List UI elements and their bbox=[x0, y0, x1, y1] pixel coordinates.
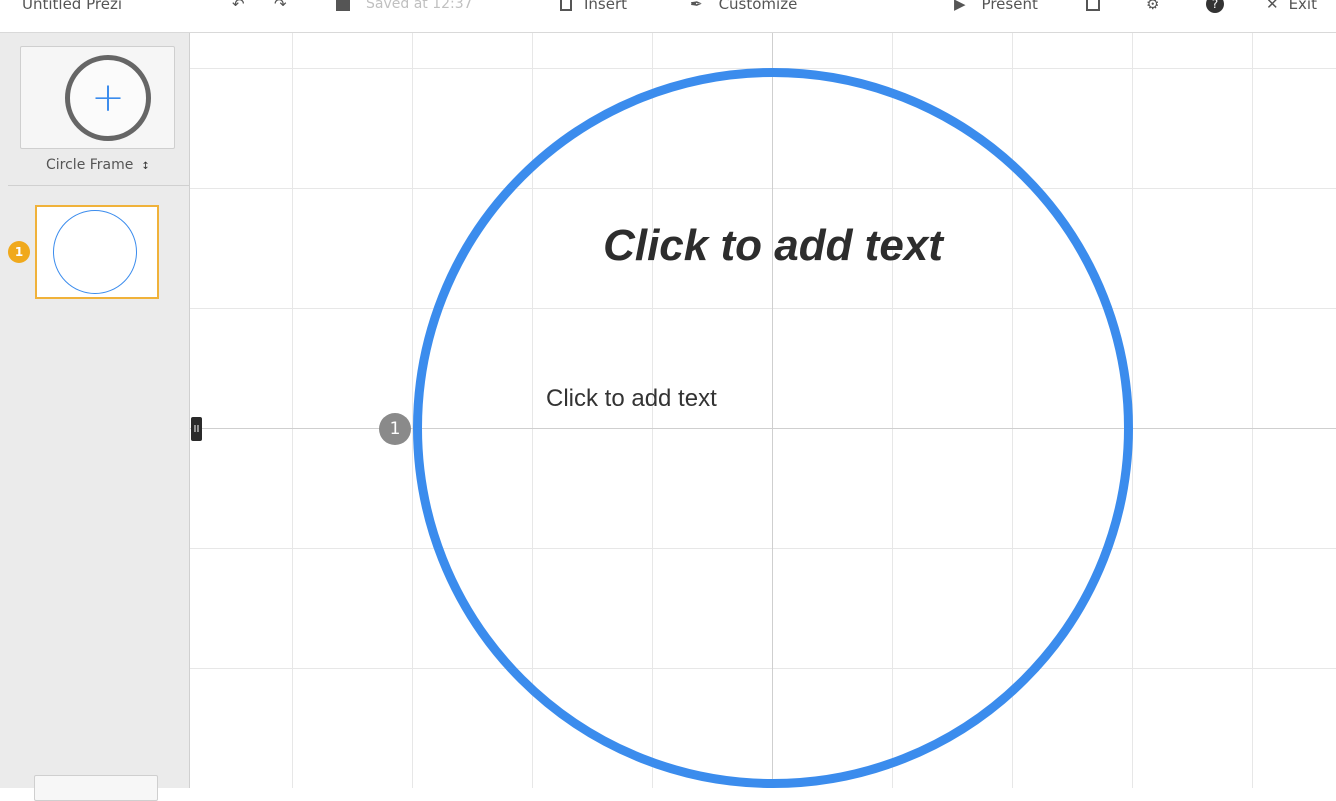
insert-button[interactable]: Insert bbox=[560, 0, 627, 16]
redo-icon[interactable]: ↷ bbox=[274, 0, 287, 16]
present-button[interactable]: ▶ Present bbox=[954, 0, 1038, 16]
insert-icon bbox=[560, 0, 572, 11]
help-icon: ? bbox=[1206, 0, 1224, 13]
frame-thumbnail[interactable] bbox=[35, 205, 159, 299]
sort-arrows-icon: ↕ bbox=[141, 161, 150, 172]
save-status: Saved at 12:37 bbox=[366, 0, 473, 12]
frame-type-select[interactable]: Circle Frame ↕ bbox=[46, 157, 150, 173]
body-placeholder[interactable]: Click to add text bbox=[546, 385, 717, 413]
exit-icon: ✕ bbox=[1266, 0, 1279, 13]
title-placeholder[interactable]: Click to add text bbox=[586, 221, 960, 271]
plus-icon: + bbox=[91, 75, 125, 121]
share-icon bbox=[1086, 0, 1100, 11]
path-step-badge[interactable]: 1 bbox=[379, 413, 411, 445]
sidebar-bottom-button[interactable] bbox=[34, 775, 158, 801]
save-icon bbox=[336, 0, 350, 11]
circle-frame[interactable] bbox=[413, 68, 1133, 788]
add-frame-panel: + Circle Frame ↕ bbox=[8, 33, 189, 186]
settings-button[interactable]: ⚙ bbox=[1146, 0, 1159, 16]
help-button[interactable]: ? bbox=[1206, 0, 1224, 16]
thumbnail-circle-frame bbox=[53, 210, 137, 294]
customize-label: Customize bbox=[718, 0, 798, 13]
add-frame-circle: + bbox=[65, 55, 151, 141]
share-button[interactable] bbox=[1086, 0, 1100, 16]
frame-type-label: Circle Frame bbox=[46, 157, 134, 173]
presentation-title[interactable]: Untitled Prezi bbox=[22, 0, 122, 16]
thumbnail-number-badge: 1 bbox=[8, 241, 30, 263]
brush-icon: ✒ bbox=[690, 0, 703, 13]
add-frame-button[interactable]: + bbox=[20, 46, 175, 149]
gear-icon: ⚙ bbox=[1146, 0, 1160, 13]
frames-sidebar: + Circle Frame ↕ 1 bbox=[0, 33, 190, 801]
exit-label: Exit bbox=[1288, 0, 1317, 13]
sidebar-collapse-handle[interactable]: II bbox=[191, 417, 202, 441]
save-button[interactable]: Saved at 12:37 bbox=[336, 0, 473, 16]
undo-icon[interactable]: ↶ bbox=[232, 0, 245, 16]
top-toolbar: Untitled Prezi ↶ ↷ Saved at 12:37 Insert… bbox=[0, 0, 1336, 33]
insert-label: Insert bbox=[584, 0, 628, 13]
present-label: Present bbox=[981, 0, 1038, 13]
play-icon: ▶ bbox=[954, 0, 966, 13]
editing-canvas[interactable]: Click to add text Click to add text 1 II bbox=[190, 33, 1336, 788]
thumbnail-list: 1 bbox=[8, 205, 189, 305]
exit-button[interactable]: ✕ Exit bbox=[1266, 0, 1317, 16]
customize-button[interactable]: ✒ Customize bbox=[690, 0, 797, 16]
